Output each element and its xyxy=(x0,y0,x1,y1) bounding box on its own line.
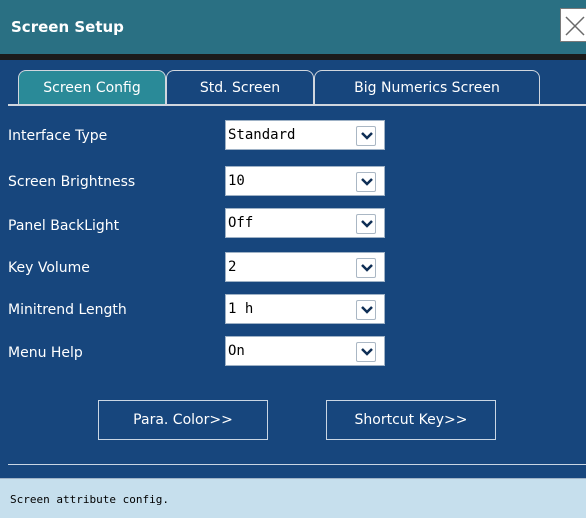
shortcut-key-button[interactable]: Shortcut Key>> xyxy=(326,400,496,440)
chevron-down-icon xyxy=(361,264,373,272)
panel-backlight-select[interactable]: Off xyxy=(225,208,385,238)
dropdown-button[interactable] xyxy=(356,126,376,146)
tab-label: Big Numerics Screen xyxy=(354,80,500,96)
title-bar: Screen Setup xyxy=(0,0,586,54)
select-value: 10 xyxy=(228,173,245,189)
chevron-down-icon xyxy=(361,178,373,186)
dropdown-button[interactable] xyxy=(356,214,376,234)
minitrend-length-select[interactable]: 1 h xyxy=(225,294,385,324)
select-value: Off xyxy=(228,215,254,231)
select-value: On xyxy=(228,343,245,359)
screen-setup-dialog: Screen Setup Screen Config Std. Screen B… xyxy=(0,0,586,518)
dropdown-button[interactable] xyxy=(356,342,376,362)
chevron-down-icon xyxy=(361,348,373,356)
tab-big-numerics-screen[interactable]: Big Numerics Screen xyxy=(314,70,540,104)
screen-brightness-select[interactable]: 10 xyxy=(225,166,385,196)
menu-help-label: Menu Help xyxy=(8,345,83,361)
key-volume-select[interactable]: 2 xyxy=(225,252,385,282)
tab-std-screen[interactable]: Std. Screen xyxy=(166,70,314,104)
screen-brightness-label: Screen Brightness xyxy=(8,174,136,190)
tab-label: Std. Screen xyxy=(199,80,281,96)
dropdown-button[interactable] xyxy=(356,258,376,278)
key-volume-label: Key Volume xyxy=(8,260,90,276)
select-value: 2 xyxy=(228,259,237,275)
tab-underline xyxy=(8,104,586,106)
close-button[interactable] xyxy=(560,8,586,42)
chevron-down-icon xyxy=(361,220,373,228)
interface-type-label: Interface Type xyxy=(8,128,108,144)
interface-type-select[interactable]: Standard xyxy=(225,120,385,150)
panel-backlight-label: Panel BackLight xyxy=(8,218,120,234)
dropdown-button[interactable] xyxy=(356,300,376,320)
chevron-down-icon xyxy=(361,306,373,314)
window-title: Screen Setup xyxy=(11,18,124,36)
minitrend-length-label: Minitrend Length xyxy=(8,302,127,318)
menu-help-select[interactable]: On xyxy=(225,336,385,366)
close-icon xyxy=(565,16,585,36)
divider xyxy=(8,464,586,465)
dropdown-button[interactable] xyxy=(356,172,376,192)
status-bar: Screen attribute config. xyxy=(0,478,586,518)
tab-screen-config[interactable]: Screen Config xyxy=(18,70,166,104)
select-value: Standard xyxy=(228,127,296,143)
para-color-button[interactable]: Para. Color>> xyxy=(98,400,268,440)
tab-label: Screen Config xyxy=(43,80,141,96)
chevron-down-icon xyxy=(361,132,373,140)
status-text: Screen attribute config. xyxy=(10,493,169,506)
select-value: 1 h xyxy=(228,301,254,317)
